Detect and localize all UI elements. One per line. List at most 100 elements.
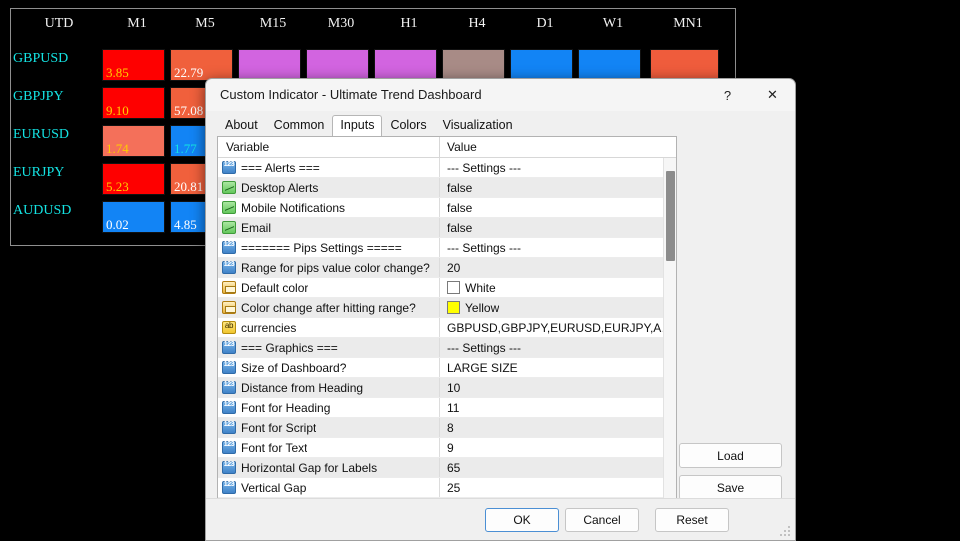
- row-variable-cell: Horizontal Gap for Labels: [218, 458, 440, 477]
- currency-pair-label: AUDUSD: [13, 203, 72, 218]
- dashboard-cell-value: 5.23: [106, 179, 129, 194]
- row-variable-label: ======= Pips Settings =====: [241, 240, 402, 255]
- row-value-cell[interactable]: --- Settings ---: [440, 338, 676, 357]
- dashboard-cell-value: 1.74: [106, 141, 129, 156]
- row-variable-label: === Alerts ===: [241, 160, 320, 175]
- tab-colors[interactable]: Colors: [382, 115, 434, 136]
- row-variable-label: Size of Dashboard?: [241, 360, 347, 375]
- dashboard-cell-value: 0.02: [106, 217, 129, 232]
- row-value-label: false: [447, 220, 473, 235]
- bool-icon: [222, 221, 236, 234]
- row-value-cell[interactable]: 10: [440, 378, 676, 397]
- cancel-button[interactable]: Cancel: [565, 508, 639, 532]
- row-variable-cell: Vertical Gap: [218, 478, 440, 497]
- string-icon: [222, 321, 236, 334]
- row-value-cell[interactable]: 9: [440, 438, 676, 457]
- table-row[interactable]: Font for Text 9: [218, 438, 676, 458]
- resize-grip-icon[interactable]: [780, 526, 792, 538]
- table-row[interactable]: === Graphics === --- Settings ---: [218, 338, 676, 358]
- help-icon[interactable]: ?: [705, 79, 750, 111]
- table-row[interactable]: currencies GBPUSD,GBPJPY,EURUSD,EURJPY,AU…: [218, 318, 676, 338]
- table-row[interactable]: Color change after hitting range? Yellow: [218, 298, 676, 318]
- column-header-variable-label: Variable: [226, 140, 270, 154]
- row-variable-label: Font for Heading: [241, 400, 331, 415]
- table-row[interactable]: Desktop Alerts false: [218, 178, 676, 198]
- currency-pair-label: GBPJPY: [13, 89, 64, 104]
- reset-button[interactable]: Reset: [655, 508, 729, 532]
- row-variable-cell: Font for Text: [218, 438, 440, 457]
- dashboard-cell: [442, 49, 505, 81]
- row-value-cell[interactable]: --- Settings ---: [440, 238, 676, 257]
- tab-about[interactable]: About: [217, 115, 266, 136]
- table-row[interactable]: Size of Dashboard? LARGE SIZE: [218, 358, 676, 378]
- table-row[interactable]: Font for Script 8: [218, 418, 676, 438]
- table-row[interactable]: Mobile Notifications false: [218, 198, 676, 218]
- row-value-label: 9: [447, 440, 454, 455]
- dashboard-cell: 0.02: [102, 201, 165, 233]
- row-variable-cell: === Alerts ===: [218, 158, 440, 177]
- save-button[interactable]: Save: [679, 475, 782, 500]
- table-row[interactable]: Range for pips value color change? 20: [218, 258, 676, 278]
- row-variable-label: Vertical Gap: [241, 480, 307, 495]
- row-value-cell[interactable]: 11: [440, 398, 676, 417]
- table-scrollbar[interactable]: [663, 158, 676, 503]
- table-row[interactable]: Distance from Heading 10: [218, 378, 676, 398]
- dialog-title-bar: Custom Indicator - Ultimate Trend Dashbo…: [206, 79, 795, 111]
- dashboard-cell: [306, 49, 369, 81]
- row-value-cell[interactable]: 20: [440, 258, 676, 277]
- row-variable-label: Distance from Heading: [241, 380, 364, 395]
- row-variable-label: Font for Script: [241, 420, 317, 435]
- row-variable-cell: Font for Script: [218, 418, 440, 437]
- int-icon: [222, 441, 236, 454]
- row-value-label: --- Settings ---: [447, 240, 522, 255]
- row-value-cell[interactable]: White: [440, 278, 676, 297]
- table-scrollbar-thumb[interactable]: [666, 171, 675, 261]
- row-value-cell[interactable]: false: [440, 178, 676, 197]
- load-button[interactable]: Load: [679, 443, 782, 468]
- table-header-row: Variable Value: [218, 137, 676, 158]
- bool-icon: [222, 201, 236, 214]
- timeframe-header-h1: H1: [400, 16, 418, 31]
- row-value-cell[interactable]: 8: [440, 418, 676, 437]
- row-value-cell[interactable]: --- Settings ---: [440, 158, 676, 177]
- dashboard-cell: [510, 49, 573, 81]
- int-icon: [222, 381, 236, 394]
- color-icon: [222, 301, 236, 314]
- row-variable-cell: Default color: [218, 278, 440, 297]
- table-row[interactable]: ======= Pips Settings ===== --- Settings …: [218, 238, 676, 258]
- ok-button[interactable]: OK: [485, 508, 559, 532]
- color-icon: [222, 281, 236, 294]
- inputs-table-body: Variable Value === Alerts === --- Settings …: [218, 137, 676, 503]
- tab-inputs[interactable]: Inputs: [332, 115, 383, 136]
- row-value-cell[interactable]: GBPUSD,GBPJPY,EURUSD,EURJPY,AU...: [440, 318, 676, 337]
- table-row[interactable]: Font for Heading 11: [218, 398, 676, 418]
- dashboard-cell: [650, 49, 719, 81]
- color-swatch: [447, 301, 460, 314]
- row-value-cell[interactable]: false: [440, 218, 676, 237]
- row-variable-label: Color change after hitting range?: [241, 300, 416, 315]
- row-value-label: false: [447, 200, 473, 215]
- dialog-title: Custom Indicator - Ultimate Trend Dashbo…: [220, 87, 482, 102]
- table-row[interactable]: === Alerts === --- Settings ---: [218, 158, 676, 178]
- indicator-properties-dialog: Custom Indicator - Ultimate Trend Dashbo…: [205, 78, 796, 541]
- table-row[interactable]: Vertical Gap 25: [218, 478, 676, 498]
- inputs-table: Variable Value === Alerts === --- Settings …: [217, 136, 677, 504]
- row-variable-label: Horizontal Gap for Labels: [241, 460, 378, 475]
- close-icon[interactable]: ✕: [750, 79, 795, 111]
- row-value-cell[interactable]: LARGE SIZE: [440, 358, 676, 377]
- row-value-label: White: [465, 280, 496, 295]
- row-value-label: --- Settings ---: [447, 160, 522, 175]
- row-variable-cell: Range for pips value color change?: [218, 258, 440, 277]
- row-value-cell[interactable]: false: [440, 198, 676, 217]
- row-value-cell[interactable]: 25: [440, 478, 676, 497]
- row-variable-label: Default color: [241, 280, 309, 295]
- table-row[interactable]: Default color White: [218, 278, 676, 298]
- table-row[interactable]: Horizontal Gap for Labels 65: [218, 458, 676, 478]
- table-row[interactable]: Email false: [218, 218, 676, 238]
- row-value-cell[interactable]: 65: [440, 458, 676, 477]
- color-swatch: [447, 281, 460, 294]
- tab-visualization[interactable]: Visualization: [435, 115, 521, 136]
- row-value-label: LARGE SIZE: [447, 360, 518, 375]
- tab-common[interactable]: Common: [266, 115, 333, 136]
- row-value-cell[interactable]: Yellow: [440, 298, 676, 317]
